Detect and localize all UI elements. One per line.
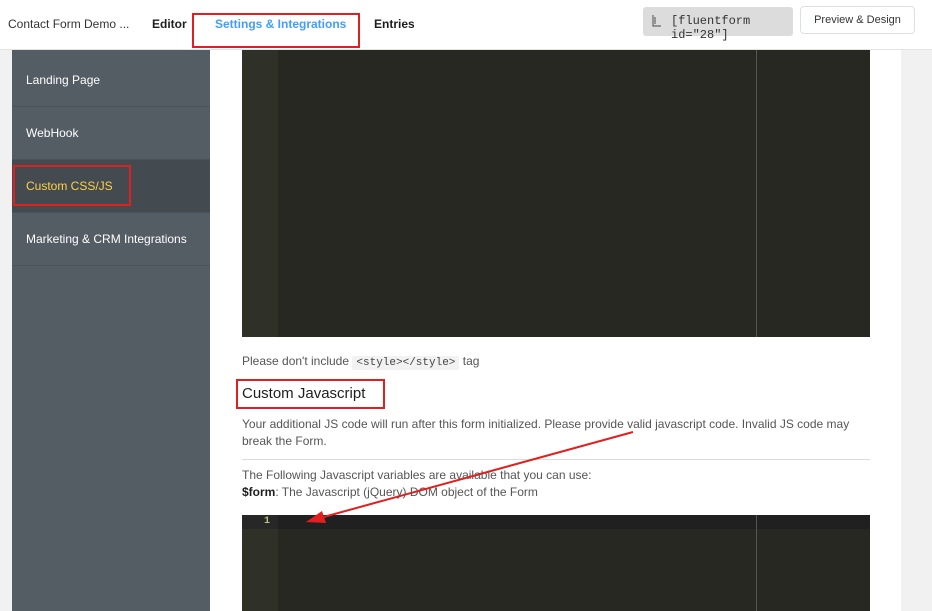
js-editor-active-line[interactable] — [278, 515, 870, 529]
preview-design-button[interactable]: Preview & Design — [800, 6, 915, 34]
sidebar-item-webhook[interactable]: WebHook — [12, 107, 210, 160]
page-margin — [0, 50, 12, 611]
sidebar-item-landing-page[interactable]: Landing Page — [12, 54, 210, 107]
css-editor-print-margin — [756, 50, 757, 337]
tab-settings-integrations[interactable]: Settings & Integrations — [215, 17, 346, 31]
tab-entries[interactable]: Entries — [374, 17, 415, 31]
js-divider — [242, 459, 870, 460]
js-editor-print-margin — [756, 515, 757, 611]
js-editor-gutter — [242, 515, 278, 611]
right-margin — [901, 50, 932, 611]
js-editor-line-number: 1 — [263, 516, 270, 527]
js-var-name: $form — [242, 485, 276, 499]
copy-icon — [652, 15, 661, 27]
top-bar: Contact Form Demo ... Editor Settings & … — [0, 0, 932, 50]
css-note-before: Please don't include — [242, 354, 350, 368]
js-code-editor[interactable]: 1 — [242, 515, 870, 611]
css-note-code: <style></style> — [352, 356, 460, 370]
settings-content: Please don't include <style></style> tag… — [210, 50, 901, 611]
css-code-editor[interactable] — [242, 50, 870, 337]
js-var-line: $form: The Javascript (jQuery) DOM objec… — [242, 484, 538, 501]
sidebar-item-custom-css-js[interactable]: Custom CSS/JS — [12, 160, 210, 213]
settings-sidebar: Landing Page WebHook Custom CSS/JS Marke… — [12, 50, 210, 611]
form-name[interactable]: Contact Form Demo ... — [8, 17, 129, 31]
js-vars-intro: The Following Javascript variables are a… — [242, 468, 592, 482]
shortcode-text: [fluentform id="28"] — [671, 14, 751, 42]
css-note: Please don't include <style></style> tag — [242, 353, 479, 372]
css-editor-gutter — [242, 50, 278, 337]
css-note-after: tag — [462, 354, 480, 368]
js-description: Your additional JS code will run after t… — [242, 417, 850, 448]
js-section-title: Custom Javascript — [242, 385, 366, 402]
shortcode-copy[interactable]: [fluentform id="28"] — [643, 7, 793, 42]
js-var-desc: : The Javascript (jQuery) DOM object of … — [275, 485, 538, 499]
tab-editor[interactable]: Editor — [152, 17, 187, 31]
sidebar-item-marketing-crm[interactable]: Marketing & CRM Integrations — [12, 213, 210, 266]
